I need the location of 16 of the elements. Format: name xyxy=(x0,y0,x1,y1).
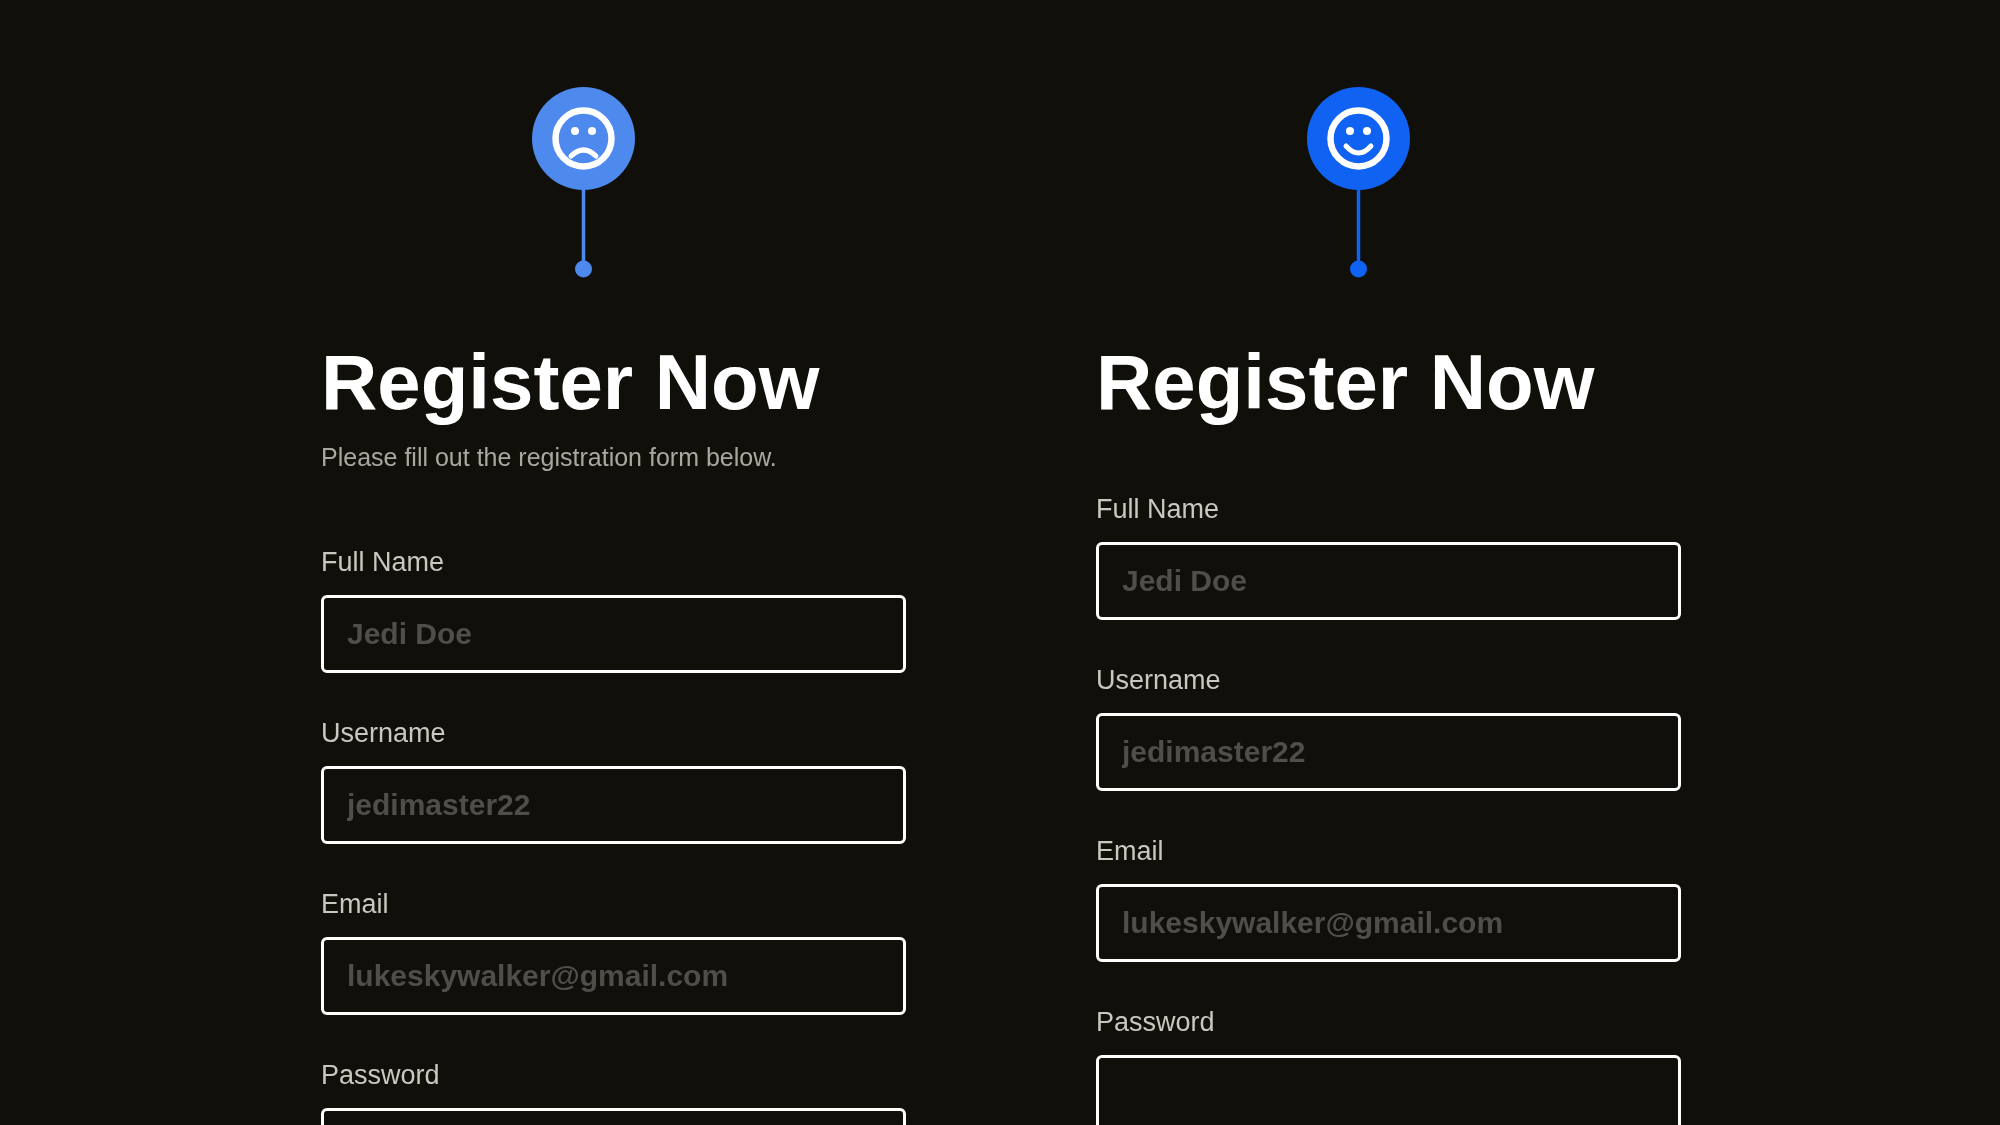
field-label: Email xyxy=(1096,835,1165,867)
input-field[interactable]: Jedi Doe xyxy=(1096,542,1681,620)
input-field[interactable]: lukeskywalker@gmail.com xyxy=(1096,884,1681,962)
input-field[interactable] xyxy=(1096,1055,1681,1125)
input-field[interactable]: Jedi Doe xyxy=(321,595,906,673)
field-label: Full Name xyxy=(321,546,446,578)
field-label: Password xyxy=(321,1059,441,1091)
field-label: Full Name xyxy=(1096,493,1221,525)
form-subtitle: Please fill out the registration form below. xyxy=(321,442,778,472)
input-field[interactable]: jedimaster22 xyxy=(321,766,906,844)
input-field[interactable]: jedimaster22 xyxy=(1096,713,1681,791)
input-field[interactable]: lukeskywalker@gmail.com xyxy=(321,937,906,1015)
field-label: Username xyxy=(321,717,447,749)
field-label: Email xyxy=(321,888,390,920)
field-label: Password xyxy=(1096,1006,1216,1038)
field-label: Username xyxy=(1096,664,1222,696)
